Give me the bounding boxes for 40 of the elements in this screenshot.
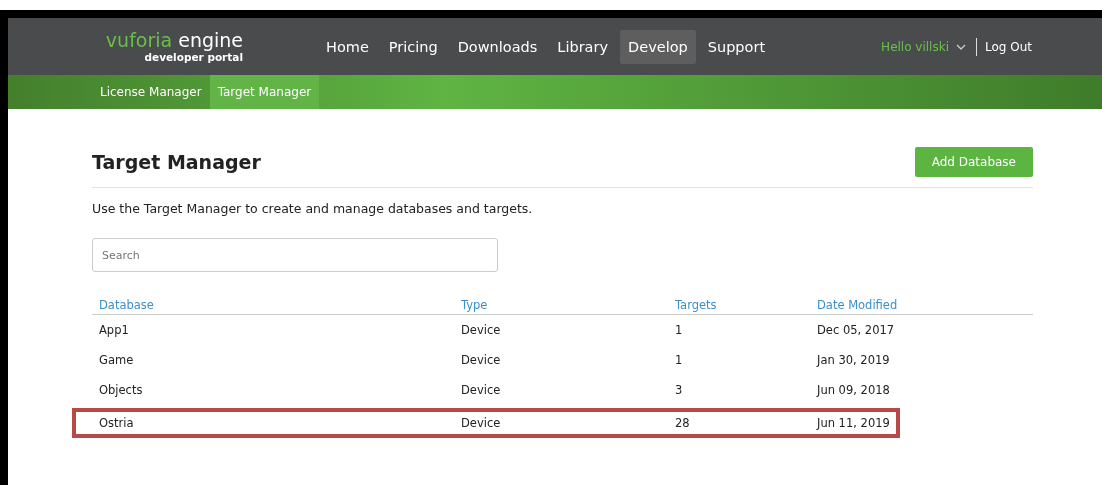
- table-row[interactable]: Game Device 1 Jan 30, 2019: [92, 345, 1033, 375]
- table-cell-text: Jan 30, 2019: [815, 352, 891, 369]
- highlighted-row[interactable]: Ostria Device 28 Jun 11, 2019: [72, 408, 900, 438]
- chevron-down-icon: [956, 43, 966, 50]
- table-cell-text: App1: [98, 322, 130, 339]
- column-header[interactable]: Database: [92, 298, 454, 314]
- nav-link[interactable]: Pricing: [380, 29, 446, 64]
- nav-link[interactable]: Home: [318, 29, 377, 64]
- logo-product-text: engine: [178, 28, 243, 51]
- logo-brand-text: vuforia: [105, 28, 173, 51]
- logout-link[interactable]: Log Out: [985, 39, 1032, 54]
- table-cell-text: 28: [674, 415, 691, 432]
- table-cell-text: Dec 05, 2017: [816, 322, 896, 339]
- table-cell-text: Device: [460, 322, 502, 339]
- logo-subtitle: developer portal: [144, 51, 243, 63]
- table-cell-text: Device: [460, 382, 502, 399]
- column-header[interactable]: Date Modified: [810, 298, 1033, 314]
- table-cell-text: Jun 11, 2019: [815, 415, 891, 432]
- table-cell-text: Jun 09, 2018: [815, 382, 891, 399]
- nav-link[interactable]: Develop: [620, 29, 696, 64]
- table-row[interactable]: App1 Device 1 Dec 05, 2017: [92, 315, 1033, 345]
- page-title: Target Manager: [92, 151, 261, 173]
- table-cell-text: 3: [674, 382, 684, 399]
- table-cell-text: Game: [98, 352, 135, 369]
- description-text: Use the Target Manager to create and manage databases and targets.: [92, 201, 534, 216]
- table-cell-text: Device: [460, 415, 502, 432]
- user-menu[interactable]: Hello villski: [881, 39, 966, 54]
- table-row[interactable]: Objects Device 3 Jun 09, 2018: [92, 375, 1033, 405]
- column-header[interactable]: Type: [454, 298, 668, 314]
- search-field[interactable]: Search: [92, 238, 498, 272]
- table-cell-text: Ostria: [98, 415, 135, 432]
- subnav-tab[interactable]: License Manager: [92, 75, 210, 109]
- table-cell-text: Objects: [98, 382, 144, 399]
- table-cell-text: Device: [460, 352, 502, 369]
- nav-link[interactable]: Downloads: [449, 29, 546, 64]
- nav-link[interactable]: Library: [549, 29, 617, 64]
- nav-link[interactable]: Support: [699, 29, 774, 64]
- table-cell-text: 1: [674, 352, 684, 369]
- table-cell-text: 1: [674, 322, 684, 339]
- column-header[interactable]: Targets: [668, 298, 810, 314]
